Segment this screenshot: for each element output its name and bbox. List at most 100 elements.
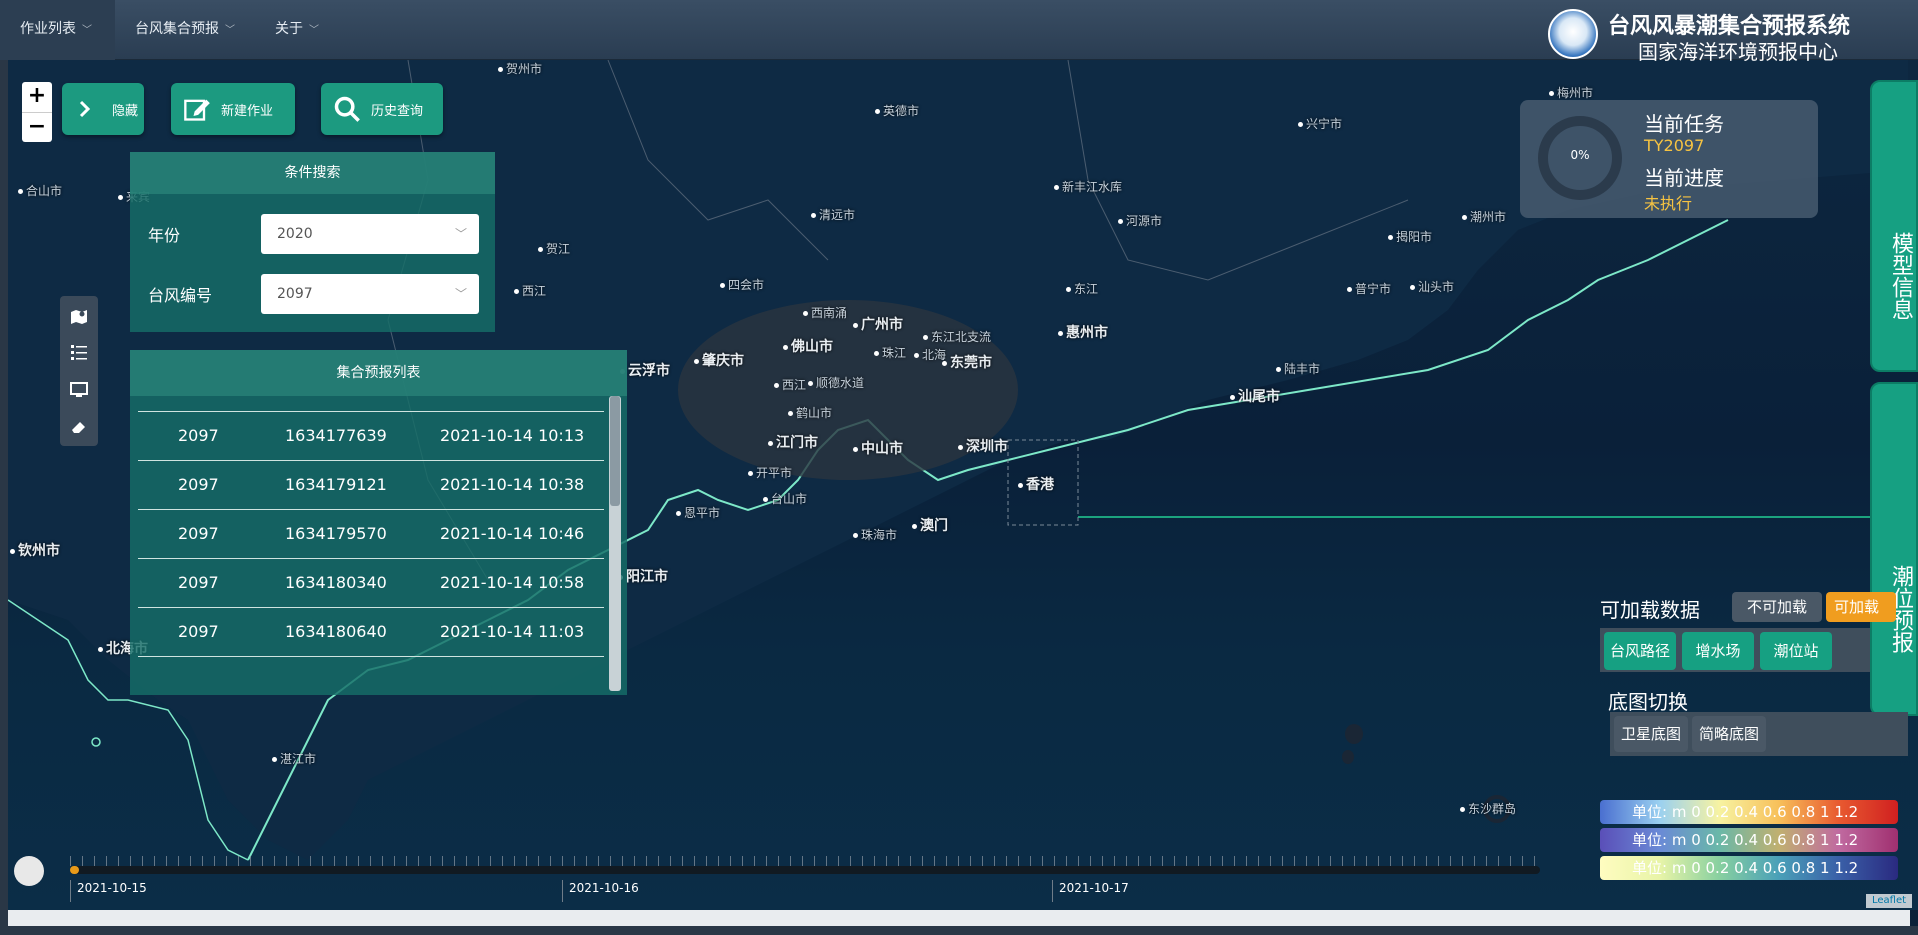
loadable-button[interactable]: 可加载 (1826, 592, 1896, 622)
city-label: 河源市 (1118, 212, 1162, 229)
cell-created-time: 2021-10-14 10:58 (440, 573, 585, 592)
city-label: 湛江市 (272, 750, 316, 767)
table-row[interactable]: 2097 1634179121 2021-10-14 10:38 (138, 461, 604, 510)
cell-created-time: 2021-10-14 11:03 (440, 622, 585, 641)
city-label: 顺德水道 (808, 374, 864, 391)
cell-job-code: 1634179121 (285, 475, 387, 494)
not-loadable-button[interactable]: 不可加载 (1732, 592, 1822, 622)
cell-typhoon-id: 2097 (178, 573, 219, 592)
legend-colorbar: 单位: m 0 0.2 0.4 0.6 0.8 1 1.2 (1600, 856, 1898, 880)
task-progress-card: 0% 当前任务 TY2097 当前进度 未执行 (1520, 100, 1818, 218)
hide-button-label: 隐藏 (112, 104, 139, 119)
table-row[interactable]: 2097 1634180640 2021-10-14 11:03 (138, 608, 604, 657)
year-select[interactable]: 2020 ﹀ (261, 214, 479, 254)
tab-tide-forecast[interactable]: 潮位预报 (1870, 382, 1918, 716)
cell-typhoon-id: 2097 (178, 524, 219, 543)
tab-model-info[interactable]: 模型信息 (1870, 80, 1918, 372)
cell-job-code: 1634180640 (285, 622, 387, 641)
city-label: 台山市 (763, 490, 807, 507)
cell-typhoon-id: 2097 (178, 475, 219, 494)
zoom-in-button[interactable]: + (22, 82, 52, 112)
city-label: 佛山市 (783, 336, 833, 356)
typhoon-track-button[interactable]: 台风路径 (1604, 632, 1676, 670)
city-label: 江门市 (768, 432, 818, 452)
city-label: 汕头市 (1410, 278, 1454, 295)
city-label: 清远市 (811, 206, 855, 223)
table-row[interactable]: 2097 1634180340 2021-10-14 10:58 (138, 559, 604, 608)
zoom-control: + − (22, 82, 52, 142)
eraser-icon[interactable] (69, 416, 89, 436)
chevron-down-icon: ﹀ (309, 25, 319, 36)
surge-field-button[interactable]: 增水场 (1682, 632, 1754, 670)
typhoon-number-select[interactable]: 2097 ﹀ (261, 274, 479, 314)
legend-colorbar: 单位: m 0 0.2 0.4 0.6 0.8 1 1.2 (1600, 800, 1898, 824)
cell-created-time: 2021-10-14 10:13 (440, 426, 585, 445)
hide-button[interactable]: 隐藏 (62, 83, 144, 135)
edit-icon (184, 99, 210, 121)
timeline-track[interactable] (70, 866, 1540, 874)
current-progress-value: 未执行 (1644, 194, 1693, 213)
list-scrollbar-thumb[interactable] (610, 396, 620, 506)
search-icon (334, 96, 360, 122)
history-button-label: 历史查询 (371, 104, 424, 119)
city-label: 东江北支流 (923, 328, 991, 345)
typhoon-number-select-value: 2097 (277, 286, 313, 302)
menu-about-label: 关于 (275, 21, 303, 37)
island (1345, 724, 1363, 744)
timeline-ticks (70, 856, 1540, 866)
table-row[interactable]: 2097 1634179570 2021-10-14 10:46 (138, 510, 604, 559)
cell-created-time: 2021-10-14 10:46 (440, 524, 585, 543)
city-label: 香港 (1018, 474, 1054, 494)
city-label: 西江 (514, 282, 546, 299)
city-label: 广州市 (853, 314, 903, 334)
monitor-icon[interactable] (69, 380, 89, 400)
city-label: 东沙群岛 (1460, 800, 1516, 817)
legend-colorbar: 单位: m 0 0.2 0.4 0.6 0.8 1 1.2 (1600, 828, 1898, 852)
forecast-list-panel: 集合预报列表 2097 1634177639 2021-10-14 10:13 209… (130, 350, 627, 695)
new-job-button[interactable]: 新建作业 (171, 83, 295, 135)
brand: 台风风暴潮集合预报系统 国家海洋环境预报中心 (1548, 6, 1888, 64)
menu-about[interactable]: 关于 ﹀ (255, 0, 339, 60)
app-root: 贺州市 英德市 梅州市 兴宁市 新丰江水库 清远市 河源市 揭阳市 潮州市 汕头市 普宁市 四会市 西南… (0, 0, 1918, 935)
city-label: 英德市 (875, 102, 919, 119)
menu-typhoon-ensemble-label: 台风集合预报 (135, 21, 219, 37)
frame-bottom (0, 926, 1918, 935)
city-label: 潮州市 (1462, 208, 1506, 225)
city-label: 合山市 (18, 182, 62, 199)
timeline-progress[interactable] (70, 866, 79, 874)
logo (1548, 9, 1598, 59)
timeline-date: 2021-10-17 (1052, 880, 1129, 902)
play-button[interactable] (14, 856, 44, 886)
city-label: 云浮市 (620, 360, 670, 380)
list-scrollbar[interactable] (609, 396, 621, 691)
brand-subtitle: 国家海洋环境预报中心 (1638, 40, 1838, 64)
city-label: 澳门 (912, 515, 948, 535)
leaflet-attribution[interactable]: Leaflet (1866, 894, 1912, 908)
map-marker-icon[interactable] (69, 306, 89, 326)
chevron-down-icon: ﹀ (225, 25, 235, 36)
forecast-list-title: 集合预报列表 (130, 350, 627, 396)
year-select-value: 2020 (277, 226, 313, 242)
frame-left (0, 60, 8, 935)
city-label: 珠海市 (853, 526, 897, 543)
history-button[interactable]: 历史查询 (321, 83, 443, 135)
current-progress-label: 当前进度 (1644, 166, 1724, 190)
menu-typhoon-ensemble[interactable]: 台风集合预报 ﹀ (115, 0, 255, 60)
city-label: 揭阳市 (1388, 228, 1432, 245)
chevron-down-icon: ﹀ (454, 287, 467, 301)
table-row[interactable]: 2097 1634177639 2021-10-14 10:13 (138, 412, 604, 461)
table-row[interactable] (138, 396, 604, 412)
city-label: 肇庆市 (694, 350, 744, 370)
forecast-list-body[interactable]: 2097 1634177639 2021-10-14 10:13 2097 163417… (138, 396, 606, 686)
list-check-icon[interactable] (69, 342, 89, 362)
city-label: 珠江 (874, 344, 906, 361)
city-label: 惠州市 (1058, 322, 1108, 342)
satellite-basemap-button[interactable]: 卫星底图 (1614, 716, 1688, 752)
menu-job-list[interactable]: 作业列表 ﹀ (0, 0, 115, 60)
city-label: 西南涌 (803, 304, 847, 321)
zoom-out-button[interactable]: − (22, 112, 52, 142)
year-label: 年份 (148, 226, 181, 245)
simple-basemap-button[interactable]: 简略底图 (1692, 716, 1766, 752)
cell-typhoon-id: 2097 (178, 622, 219, 641)
tide-station-button[interactable]: 潮位站 (1760, 632, 1832, 670)
